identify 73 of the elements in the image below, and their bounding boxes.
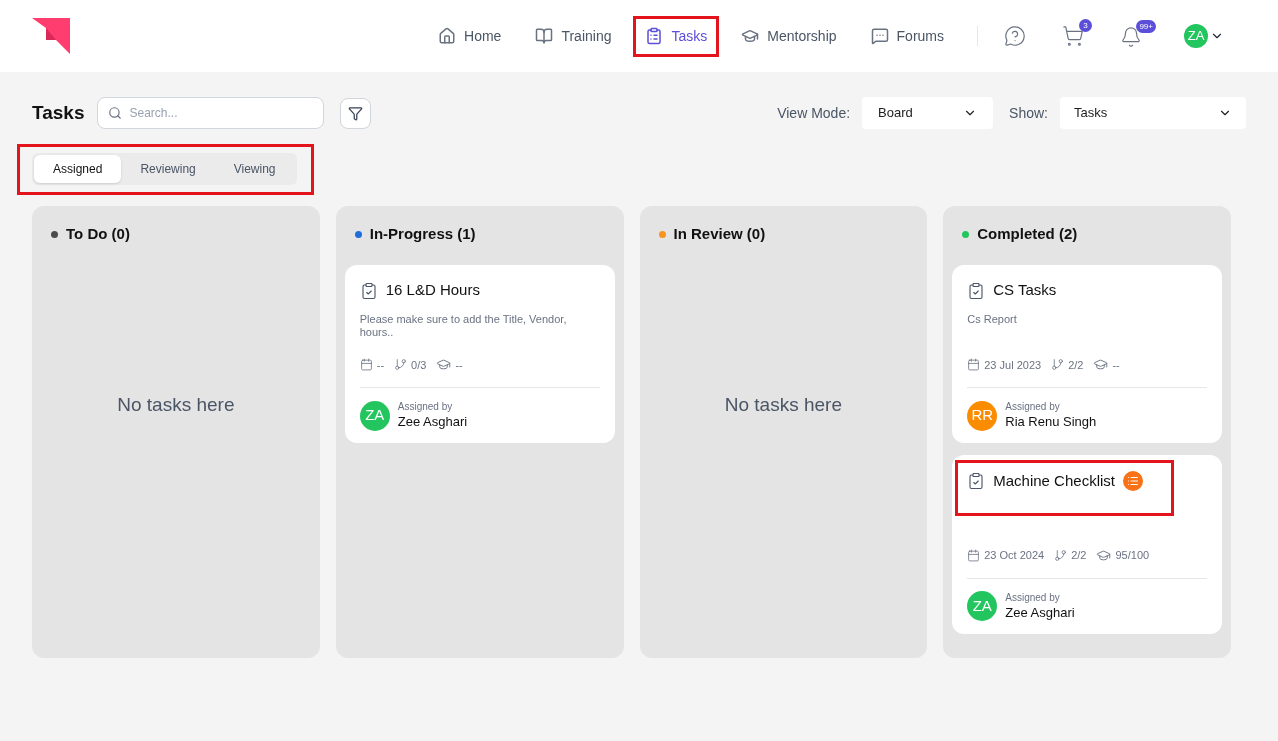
assigned-label: Assigned by bbox=[1005, 590, 1061, 604]
score: -- bbox=[1112, 357, 1120, 373]
tab[interactable]: Viewing bbox=[214, 155, 295, 183]
task-title: CS Tasks bbox=[993, 280, 1057, 301]
chat-icon bbox=[870, 27, 889, 45]
notification-badge: 99+ bbox=[1136, 20, 1156, 33]
tab[interactable]: Assigned bbox=[34, 155, 122, 183]
search-icon bbox=[108, 106, 123, 120]
nav-link[interactable]: Tasks bbox=[634, 17, 719, 55]
graduation-cap-icon bbox=[741, 27, 760, 45]
column-title: To Do (0) bbox=[66, 224, 130, 244]
due-date: 23 Oct 2024 bbox=[984, 548, 1045, 563]
due-date: 23 Jul 2023 bbox=[984, 357, 1042, 373]
assigned-label: Assigned by bbox=[397, 400, 454, 413]
nav-link[interactable]: Home bbox=[427, 17, 513, 55]
nav-link[interactable]: Mentorship bbox=[730, 17, 848, 55]
clipboard-icon bbox=[967, 281, 986, 300]
column-title: In-Progress (1) bbox=[369, 224, 476, 244]
home-icon bbox=[438, 27, 457, 45]
task-title: Machine Checklist bbox=[993, 470, 1115, 491]
nav-link[interactable]: Training bbox=[524, 17, 623, 55]
tab[interactable]: Reviewing bbox=[121, 155, 215, 183]
view-mode-label: View Mode: bbox=[777, 103, 851, 123]
column-title: In Review (0) bbox=[673, 224, 766, 244]
page-title: Tasks bbox=[32, 100, 85, 125]
calendar-icon bbox=[359, 358, 373, 372]
graduation-cap-icon bbox=[1096, 547, 1112, 563]
score: 95/100 bbox=[1115, 548, 1150, 563]
calendar-icon bbox=[967, 548, 981, 562]
filter-button[interactable] bbox=[340, 97, 372, 129]
task-title: 16 L&D Hours bbox=[385, 280, 480, 301]
show-dropdown[interactable]: Tasks bbox=[1060, 97, 1246, 129]
assignee-name: Zee Asghari bbox=[397, 413, 468, 431]
task-description: Cs Report bbox=[967, 312, 1018, 326]
empty-message: No tasks here bbox=[724, 392, 842, 417]
task-card[interactable]: Machine Checklist 23 Oct 2024 2/2 95/100 ZA Assigned by Zee Asghari bbox=[952, 455, 1222, 634]
graduation-cap-icon bbox=[1093, 357, 1109, 373]
search-field[interactable]: Search... bbox=[97, 97, 325, 129]
book-icon bbox=[535, 27, 554, 45]
avatar: ZA bbox=[1184, 24, 1208, 48]
view-mode-dropdown[interactable]: Board bbox=[862, 97, 994, 129]
help-icon bbox=[1004, 25, 1026, 47]
task-description: Please make sure to add the Title, Vendor, hours.. bbox=[359, 312, 568, 339]
due-date: -- bbox=[376, 357, 385, 373]
cart-icon bbox=[1062, 25, 1084, 47]
assignee-name: Ria Renu Singh bbox=[1005, 413, 1097, 431]
avatar: ZA bbox=[359, 400, 390, 431]
clipboard-icon bbox=[359, 281, 378, 300]
nav-link[interactable]: Forums bbox=[859, 17, 955, 55]
clipboard-icon bbox=[967, 472, 986, 490]
bell-icon bbox=[1120, 26, 1142, 48]
subtask-count: 0/3 bbox=[411, 357, 427, 373]
clipboard-icon bbox=[645, 27, 664, 45]
notifications-button[interactable]: 99+ bbox=[1116, 20, 1156, 52]
graduation-cap-icon bbox=[436, 357, 452, 373]
score: -- bbox=[455, 357, 463, 373]
subtasks-icon bbox=[1051, 358, 1065, 372]
avatar: ZA bbox=[967, 591, 998, 621]
avatar: RR bbox=[967, 400, 998, 431]
subtasks-icon bbox=[1054, 548, 1068, 562]
subtask-count: 2/2 bbox=[1071, 548, 1087, 563]
logo-icon bbox=[32, 18, 70, 54]
task-card[interactable]: 16 L&D Hours Please make sure to add the Title, Vendor, hours.. -- 0/3 -- ZA Assigned by Zee Asghari bbox=[344, 264, 615, 443]
cart-badge: 3 bbox=[1079, 19, 1092, 32]
subtasks-icon bbox=[394, 358, 408, 372]
assignee-name: Zee Asghari bbox=[1005, 603, 1075, 622]
filter-icon bbox=[348, 105, 364, 121]
calendar-icon bbox=[967, 358, 981, 372]
assigned-label: Assigned by bbox=[1005, 400, 1061, 413]
subtask-count: 2/2 bbox=[1068, 357, 1084, 373]
column-title: Completed (2) bbox=[977, 224, 1078, 244]
empty-message: No tasks here bbox=[117, 392, 235, 417]
show-label: Show: bbox=[1009, 103, 1048, 123]
